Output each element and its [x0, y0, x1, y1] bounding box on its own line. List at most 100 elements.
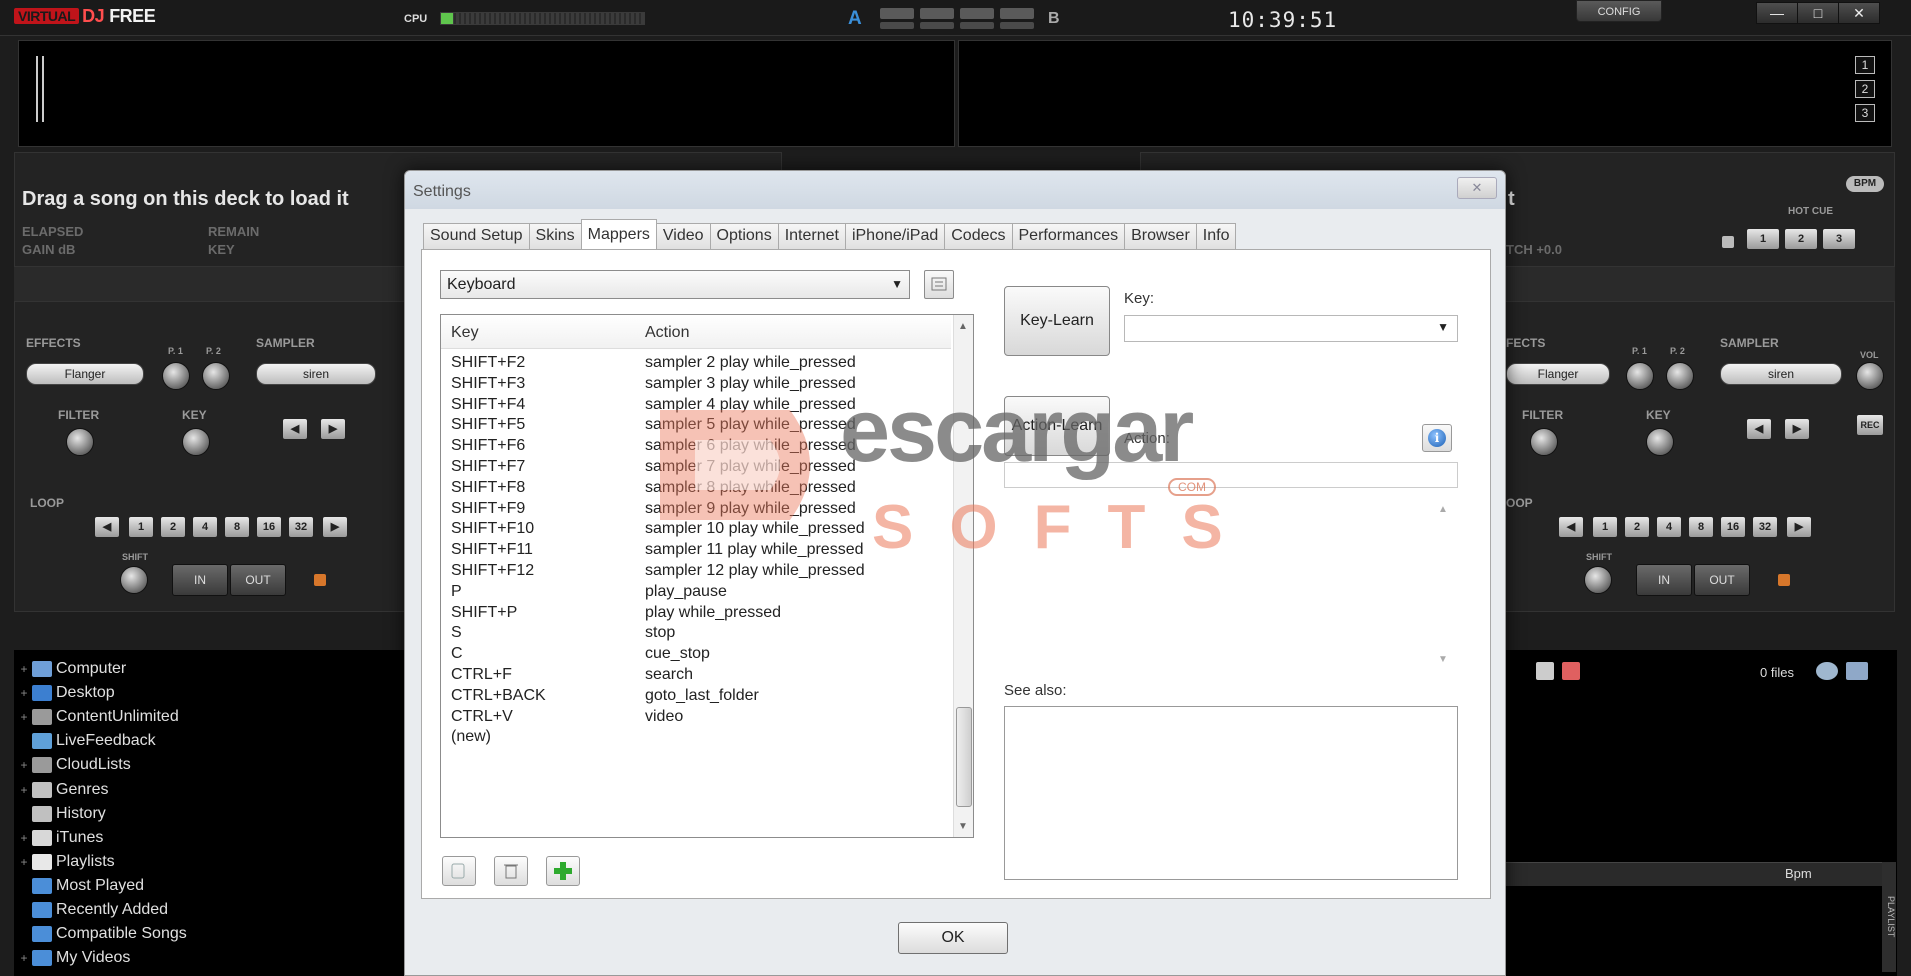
loop-size-button[interactable]: 1: [128, 516, 154, 538]
key-knob[interactable]: [182, 428, 210, 456]
dialog-close-button[interactable]: ✕: [1457, 177, 1497, 199]
hotcue-button-2[interactable]: 2: [1784, 228, 1818, 250]
volume-knob[interactable]: [1856, 362, 1884, 390]
sideview-icon[interactable]: [1816, 662, 1838, 680]
tree-item-desktop[interactable]: + Desktop: [18, 682, 115, 704]
delete-mapping-button[interactable]: [494, 856, 528, 886]
loop-size-button[interactable]: 16: [1720, 516, 1746, 538]
effect-select[interactable]: Flanger: [26, 363, 144, 385]
tree-item-genres[interactable]: + Genres: [18, 779, 108, 801]
tree-item-most-played[interactable]: Most Played: [18, 875, 144, 897]
computer-view-icon[interactable]: [1846, 662, 1868, 680]
bpm-column-header[interactable]: Bpm: [1785, 866, 1812, 881]
param1-knob[interactable]: [1626, 362, 1654, 390]
deck-a-indicator[interactable]: A: [848, 8, 862, 30]
tree-item-my-videos[interactable]: + My Videos: [18, 947, 130, 969]
zoom-button-1[interactable]: 1: [1855, 56, 1875, 74]
filter-knob[interactable]: [1530, 428, 1558, 456]
tab-performances[interactable]: Performances: [1011, 223, 1126, 249]
playlist-side-tab[interactable]: PLAYLIST: [1882, 862, 1896, 972]
tree-item-computer[interactable]: + Computer: [18, 658, 126, 680]
scroll-up-icon[interactable]: ▲: [1438, 504, 1448, 515]
column-header-action[interactable]: Action: [645, 324, 689, 342]
waveform-right[interactable]: [958, 40, 1892, 147]
hotcue-button-3[interactable]: 3: [1822, 228, 1856, 250]
sampler-prev-button[interactable]: ◀: [1746, 418, 1772, 440]
tree-item-itunes[interactable]: + iTunes: [18, 827, 103, 849]
tree-expander[interactable]: +: [18, 855, 30, 869]
filter-knob[interactable]: [66, 428, 94, 456]
shift-knob[interactable]: [120, 566, 148, 594]
tree-expander[interactable]: +: [18, 831, 30, 845]
column-header-key[interactable]: Key: [451, 324, 479, 342]
tree-item-livefeedback[interactable]: LiveFeedback: [18, 730, 156, 752]
key-learn-button[interactable]: Key-Learn: [1004, 286, 1110, 356]
scroll-up-icon[interactable]: ▲: [958, 321, 968, 332]
tab-iphone-ipad[interactable]: iPhone/iPad: [844, 223, 946, 249]
scrollbar-thumb[interactable]: [956, 707, 972, 807]
key-knob[interactable]: [1646, 428, 1674, 456]
sampler-play-button[interactable]: ▶: [320, 418, 346, 440]
tree-expander[interactable]: +: [18, 951, 30, 965]
loop-prev-button[interactable]: ◀: [1558, 516, 1584, 538]
deck-b-indicator[interactable]: B: [1048, 10, 1060, 28]
tree-item-recently-added[interactable]: Recently Added: [18, 899, 168, 921]
tab-info[interactable]: Info: [1195, 223, 1237, 249]
loop-in-button[interactable]: IN: [1636, 564, 1692, 596]
sampler-play-button[interactable]: ▶: [1784, 418, 1810, 440]
folder-red-icon[interactable]: [1562, 662, 1580, 680]
bpm-badge[interactable]: BPM: [1846, 176, 1884, 192]
scroll-down-icon[interactable]: ▼: [1438, 654, 1448, 665]
sampler-select[interactable]: siren: [256, 363, 376, 385]
scroll-down-icon[interactable]: ▼: [958, 821, 968, 832]
tree-expander[interactable]: +: [18, 758, 30, 772]
tab-internet[interactable]: Internet: [777, 223, 846, 249]
loop-size-button[interactable]: 16: [256, 516, 282, 538]
loop-prev-button[interactable]: ◀: [94, 516, 120, 538]
lock-icon[interactable]: [1778, 574, 1790, 586]
loop-size-button[interactable]: 2: [1624, 516, 1650, 538]
mapping-list-scrollbar[interactable]: ▲ ▼: [953, 315, 973, 837]
param2-knob[interactable]: [202, 362, 230, 390]
search-icon[interactable]: [1536, 662, 1554, 680]
record-button[interactable]: REC: [1856, 414, 1884, 436]
loop-out-button[interactable]: OUT: [1694, 564, 1750, 596]
hotcue-lock-icon[interactable]: [1722, 236, 1734, 248]
minimize-button[interactable]: —: [1756, 2, 1798, 24]
tree-item-playlists[interactable]: + Playlists: [18, 851, 115, 873]
loop-next-button[interactable]: ▶: [1786, 516, 1812, 538]
loop-size-button[interactable]: 1: [1592, 516, 1618, 538]
loop-size-button[interactable]: 4: [192, 516, 218, 538]
loop-size-button[interactable]: 32: [1752, 516, 1778, 538]
add-mapping-button[interactable]: [546, 856, 580, 886]
mapper-options-button[interactable]: [924, 270, 954, 299]
action-learn-button[interactable]: Action-Learn: [1004, 396, 1110, 456]
loop-size-button[interactable]: 4: [1656, 516, 1682, 538]
loop-size-button[interactable]: 8: [224, 516, 250, 538]
tree-expander[interactable]: +: [18, 783, 30, 797]
mapping-list[interactable]: Key Action SHIFT+F2 sampler 2 play while_…: [440, 314, 974, 838]
tab-codecs[interactable]: Codecs: [944, 223, 1013, 249]
copy-mapping-button[interactable]: [442, 856, 476, 886]
maximize-button[interactable]: □: [1797, 2, 1839, 24]
waveform-left[interactable]: [18, 40, 955, 147]
tree-item-contentunlimited[interactable]: + ContentUnlimited: [18, 706, 179, 728]
description-scrollbar[interactable]: ▲ ▼: [1432, 500, 1454, 670]
loop-out-button[interactable]: OUT: [230, 564, 286, 596]
action-input[interactable]: [1004, 462, 1458, 488]
tree-expander[interactable]: +: [18, 686, 30, 700]
shift-knob[interactable]: [1584, 566, 1612, 594]
table-row[interactable]: (new): [441, 725, 951, 750]
ok-button[interactable]: OK: [898, 922, 1008, 954]
info-button[interactable]: i: [1422, 424, 1452, 452]
tab-sound-setup[interactable]: Sound Setup: [423, 223, 530, 249]
tree-expander[interactable]: +: [18, 662, 30, 676]
tab-mappers[interactable]: Mappers: [580, 219, 657, 249]
hotcue-button-1[interactable]: 1: [1746, 228, 1780, 250]
param1-knob[interactable]: [162, 362, 190, 390]
tab-video[interactable]: Video: [655, 223, 711, 249]
tree-expander[interactable]: +: [18, 710, 30, 724]
loop-size-button[interactable]: 32: [288, 516, 314, 538]
sampler-select[interactable]: siren: [1720, 363, 1842, 385]
config-button[interactable]: CONFIG: [1576, 0, 1662, 22]
